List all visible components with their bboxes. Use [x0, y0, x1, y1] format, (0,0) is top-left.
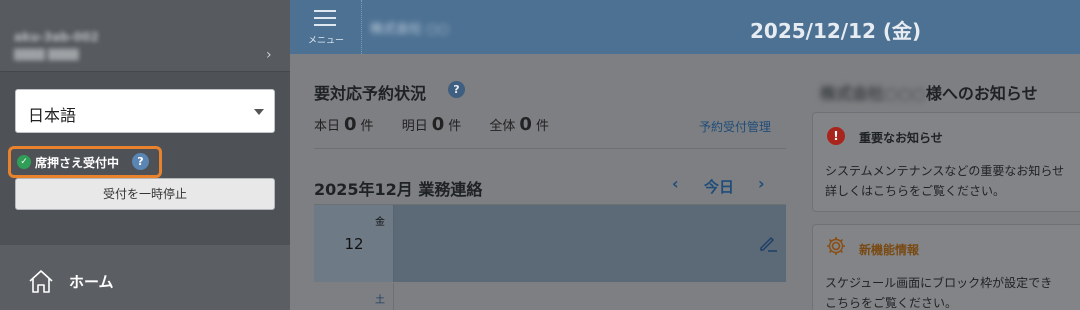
calendar-title: 2025年12月 業務連絡 [314, 180, 483, 199]
main-content: 要対応予約状況 ? 本日 0 件 明日 0 件 全体 0 件 予約受付管理 2025年12月… [290, 54, 1080, 310]
sidebar-item-label: ホーム [69, 273, 114, 291]
day-of-week: 金 [375, 217, 385, 228]
divider [314, 148, 786, 149]
next-month-button[interactable]: › [758, 174, 765, 193]
reservation-status-title: 要対応予約状況 [314, 84, 427, 103]
card-heading: 新機能情報 [859, 243, 920, 257]
calendar-row[interactable]: 土 [314, 283, 786, 310]
language-value: 日本語 [28, 106, 77, 125]
account-sub: ████ ████ [14, 50, 79, 61]
account-name: aku-3ab-002 [14, 30, 99, 44]
card-body: システムメンテナンスなどの重要なお知らせ 詳しくはこちらをご覧ください。 [825, 164, 1065, 198]
account-panel[interactable]: aku-3ab-002 ████ ████ › [0, 0, 290, 72]
alert-icon: ! [827, 127, 845, 145]
day-cell: 土 [314, 283, 394, 310]
sidebar: aku-3ab-002 ████ ████ › 日本語 ✓ 席押さえ受付中 ? … [0, 0, 290, 310]
hamburger-icon [314, 10, 336, 31]
calendar-list: 金 12 土 [314, 204, 786, 310]
edit-icon[interactable] [758, 233, 778, 257]
card-heading: 重要なお知らせ [859, 131, 943, 145]
today-button[interactable]: 今日 [704, 176, 734, 197]
reservation-counts: 本日 0 件 明日 0 件 全体 0 件 [314, 114, 549, 135]
gear-icon [825, 235, 847, 261]
day-of-week: 土 [375, 295, 385, 306]
pause-reception-button[interactable]: 受付を一時停止 [15, 178, 275, 210]
day-cell: 金 12 [314, 205, 394, 282]
chevron-right-icon: › [266, 47, 272, 63]
calendar-row[interactable]: 金 12 [314, 205, 786, 282]
top-bar: メニュー 株式会社 ○○ 2025/12/12 (金) [290, 0, 1080, 54]
help-icon[interactable]: ? [448, 81, 465, 98]
card-body: スケジュール画面にブロック枠が設定でき こちらをご覧ください。 [825, 276, 1053, 310]
current-date: 2025/12/12 (金) [750, 19, 922, 43]
sidebar-item-home[interactable]: ホーム [0, 245, 290, 310]
prev-month-button[interactable]: ‹ [672, 174, 679, 193]
reservation-management-link[interactable]: 予約受付管理 [699, 118, 771, 135]
notice-card-new-features[interactable]: 新機能情報 スケジュール画面にブロック枠が設定でき こちらをご覧ください。 [812, 224, 1080, 310]
notice-card-important[interactable]: ! 重要なお知らせ システムメンテナンスなどの重要なお知らせ 詳しくはこちらをご… [812, 112, 1080, 212]
menu-label: メニュー [307, 36, 344, 46]
help-icon[interactable]: ? [132, 153, 149, 170]
caret-down-icon [254, 109, 264, 115]
shop-name: 株式会社 ○○ [370, 22, 449, 37]
day-number: 12 [344, 235, 364, 253]
notices-title: 株式会社○○○様へのお知らせ [820, 84, 1038, 103]
status-label: 席押さえ受付中 [35, 156, 120, 170]
check-icon: ✓ [17, 155, 31, 169]
menu-button[interactable]: メニュー [290, 0, 362, 54]
home-icon [28, 268, 54, 298]
reception-status: ✓ 席押さえ受付中 ? [8, 146, 162, 178]
language-select[interactable]: 日本語 [15, 89, 275, 133]
